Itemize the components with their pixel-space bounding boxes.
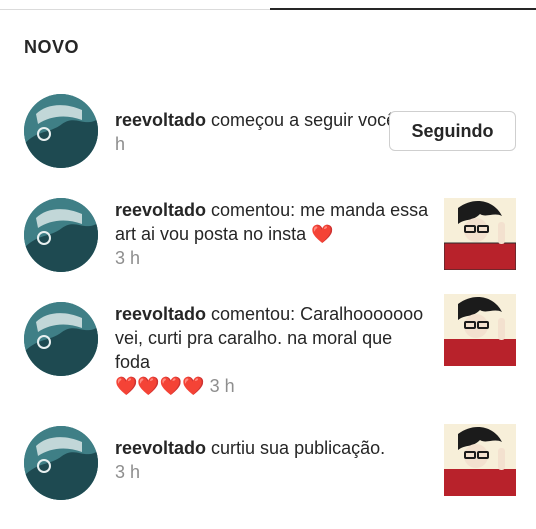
following-button[interactable]: Seguindo bbox=[389, 111, 516, 151]
heart-emoji: ❤️❤️❤️❤️ bbox=[115, 376, 205, 396]
notification-text: reevoltado começou a seguir você. 3 h bbox=[115, 108, 430, 156]
post-thumbnail[interactable] bbox=[444, 424, 516, 496]
username[interactable]: reevoltado bbox=[115, 304, 206, 324]
notification-text: reevoltado curtiu sua publicação. 3 h bbox=[115, 436, 430, 484]
avatar[interactable] bbox=[24, 426, 98, 500]
tab-underline-active[interactable] bbox=[270, 8, 536, 10]
timestamp: 3 h bbox=[115, 248, 141, 268]
section-title: NOVO bbox=[24, 37, 80, 57]
username[interactable]: reevoltado bbox=[115, 110, 206, 130]
avatar-image bbox=[24, 426, 98, 500]
avatar[interactable] bbox=[24, 198, 98, 272]
avatar[interactable] bbox=[24, 94, 98, 168]
notification-text: reevoltado comentou: me manda essa art a… bbox=[115, 198, 430, 270]
post-thumbnail[interactable] bbox=[444, 198, 516, 270]
notification-message: curtiu sua publicação. bbox=[206, 438, 386, 458]
post-thumbnail-icon bbox=[444, 198, 516, 270]
avatar-image bbox=[24, 94, 98, 168]
timestamp: 3 h bbox=[115, 462, 141, 482]
post-thumbnail-icon bbox=[444, 294, 516, 366]
tab-bar bbox=[0, 0, 536, 12]
username[interactable]: reevoltado bbox=[115, 438, 206, 458]
heart-emoji: ❤️ bbox=[311, 224, 334, 244]
avatar-image bbox=[24, 198, 98, 272]
notification-message: começou a seguir você. bbox=[206, 110, 402, 130]
avatar[interactable] bbox=[24, 302, 98, 376]
username[interactable]: reevoltado bbox=[115, 200, 206, 220]
post-thumbnail-icon bbox=[444, 424, 516, 496]
timestamp: 3 h bbox=[209, 376, 235, 396]
tab-underline-inactive bbox=[0, 9, 270, 10]
post-thumbnail[interactable] bbox=[444, 294, 516, 366]
notification-text: reevoltado comentou: Caralhooooooo vei, … bbox=[115, 302, 430, 398]
avatar-image bbox=[24, 302, 98, 376]
